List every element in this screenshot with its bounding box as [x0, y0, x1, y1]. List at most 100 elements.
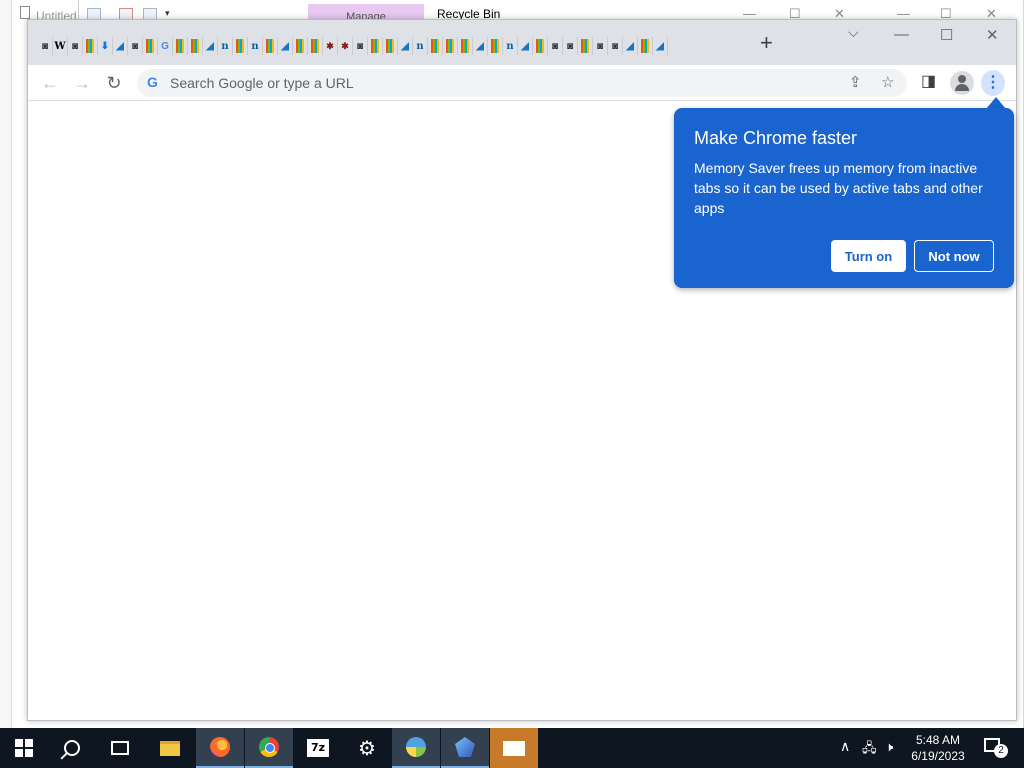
clock-time: 5:48 AM	[915, 733, 961, 747]
microsoft-logo	[191, 39, 199, 53]
dropdown-icon[interactable]: ▾	[165, 8, 170, 19]
nmap-icon[interactable]: n	[413, 37, 428, 55]
maximize-icon[interactable]: ☐	[940, 26, 953, 44]
window-edge	[0, 0, 12, 728]
security-button[interactable]	[441, 728, 489, 768]
search-button[interactable]	[48, 728, 96, 768]
minimize-icon[interactable]: —	[894, 26, 909, 43]
forward-icon[interactable]: →	[70, 71, 94, 95]
omnibox[interactable]: G ⇪ ☆	[137, 69, 907, 97]
microsoft-icon[interactable]	[83, 37, 98, 55]
vscode-icon[interactable]: ◢	[398, 37, 413, 55]
memory-saver-promo: Make Chrome faster Memory Saver frees up…	[674, 108, 1014, 288]
close-icon[interactable]: ✕	[986, 26, 999, 44]
chrome-icon[interactable]: ◙	[593, 37, 608, 55]
firefox-button[interactable]	[196, 728, 244, 768]
microsoft-icon[interactable]	[143, 37, 158, 55]
vscode-icon[interactable]: ◢	[623, 37, 638, 55]
bug-icon[interactable]: ✱	[323, 37, 338, 55]
vscode-icon[interactable]: ◢	[278, 37, 293, 55]
microsoft-icon[interactable]	[488, 37, 503, 55]
share-icon[interactable]: ⇪	[849, 73, 862, 91]
nmap-icon[interactable]: n	[218, 37, 233, 55]
microsoft-icon[interactable]	[638, 37, 653, 55]
start-icon	[15, 739, 33, 757]
promo-body: Memory Saver frees up memory from inacti…	[694, 160, 983, 216]
not-now-button[interactable]: Not now	[914, 240, 994, 272]
google-icon[interactable]: G	[158, 37, 173, 55]
security-icon	[455, 737, 475, 757]
profile-avatar[interactable]	[950, 71, 974, 95]
microsoft-icon[interactable]	[263, 37, 278, 55]
microsoft-logo	[431, 39, 439, 53]
microsoft-logo	[536, 39, 544, 53]
microsoft-icon[interactable]	[173, 37, 188, 55]
vscode-icon[interactable]: ◢	[113, 37, 128, 55]
task-view-icon	[111, 741, 129, 755]
mail-icon	[503, 740, 525, 756]
7zip-button[interactable]: 7z	[294, 728, 342, 768]
chrome-taskbar-button[interactable]	[245, 728, 293, 768]
chrome-menu-icon[interactable]: ⋮	[981, 70, 1005, 96]
microsoft-icon[interactable]	[428, 37, 443, 55]
chevron-up-icon[interactable]: ∧	[840, 738, 850, 768]
microsoft-logo	[446, 39, 454, 53]
chrome-icon	[259, 737, 279, 757]
microsoft-icon[interactable]	[578, 37, 593, 55]
microsoft-icon[interactable]	[533, 37, 548, 55]
microsoft-icon[interactable]	[383, 37, 398, 55]
microsoft-icon[interactable]	[368, 37, 383, 55]
clock[interactable]: 5:48 AM 6/19/2023	[898, 732, 978, 764]
download-icon[interactable]: ⬇	[98, 37, 113, 55]
microsoft-logo	[386, 39, 394, 53]
back-icon[interactable]: ←	[38, 71, 62, 95]
tab-search-icon[interactable]: ⌵	[848, 24, 859, 41]
vscode-icon[interactable]: ◢	[473, 37, 488, 55]
new-tab-button[interactable]: +	[760, 32, 773, 54]
search-input[interactable]	[170, 69, 810, 97]
chrome-icon[interactable]: ◙	[128, 37, 143, 55]
microsoft-icon[interactable]	[308, 37, 323, 55]
chrome-icon[interactable]: ◙	[68, 37, 83, 55]
microsoft-logo	[461, 39, 469, 53]
vscode-icon[interactable]: ◢	[203, 37, 218, 55]
reload-icon[interactable]: ↻	[102, 71, 126, 95]
microsoft-logo	[371, 39, 379, 53]
file-explorer-button[interactable]	[146, 728, 194, 768]
firefox-icon	[210, 737, 230, 757]
chrome-icon[interactable]: ◙	[38, 37, 53, 55]
microsoft-icon[interactable]	[458, 37, 473, 55]
start-button[interactable]	[0, 728, 48, 768]
tab-icons: ◙ W ◙ ⬇ ◢ ◙ G ◢ n n ◢ ✱ ✱ ◙ ◢ n ◢ n ◢ ◙ ◙ ◙ ◙ ◢ ◢	[38, 37, 668, 55]
bug-icon[interactable]: ✱	[338, 37, 353, 55]
volume-muted-icon[interactable]: 🕨	[885, 739, 893, 768]
chrome-icon[interactable]: ◙	[353, 37, 368, 55]
microsoft-icon[interactable]	[233, 37, 248, 55]
vscode-icon[interactable]: ◢	[518, 37, 533, 55]
turn-on-button[interactable]: Turn on	[831, 240, 906, 272]
task-view-button[interactable]	[96, 728, 144, 768]
microsoft-logo	[236, 39, 244, 53]
vscode-icon[interactable]: ◢	[653, 37, 668, 55]
mail-button[interactable]	[490, 728, 538, 768]
notification-center-button[interactable]: 2	[984, 736, 1008, 758]
microsoft-icon[interactable]	[188, 37, 203, 55]
chrome-icon[interactable]: ◙	[608, 37, 623, 55]
microsoft-logo	[581, 39, 589, 53]
nmap-icon[interactable]: n	[503, 37, 518, 55]
microsoft-logo	[491, 39, 499, 53]
microsoft-logo	[86, 39, 94, 53]
microsoft-icon[interactable]	[443, 37, 458, 55]
nmap-icon[interactable]: n	[248, 37, 263, 55]
bookmark-star-icon[interactable]: ☆	[881, 73, 894, 91]
settings-icon: ⚙	[358, 737, 376, 760]
side-panel-icon[interactable]: ◨	[921, 71, 936, 91]
settings-button[interactable]: ⚙	[343, 728, 391, 768]
chrome-icon[interactable]: ◙	[563, 37, 578, 55]
ie-button[interactable]	[392, 728, 440, 768]
chrome-icon[interactable]: ◙	[548, 37, 563, 55]
microsoft-icon[interactable]	[293, 37, 308, 55]
wikipedia-icon[interactable]: W	[53, 37, 68, 55]
network-icon[interactable]: 🖧	[862, 739, 877, 768]
google-icon: G	[147, 74, 158, 90]
